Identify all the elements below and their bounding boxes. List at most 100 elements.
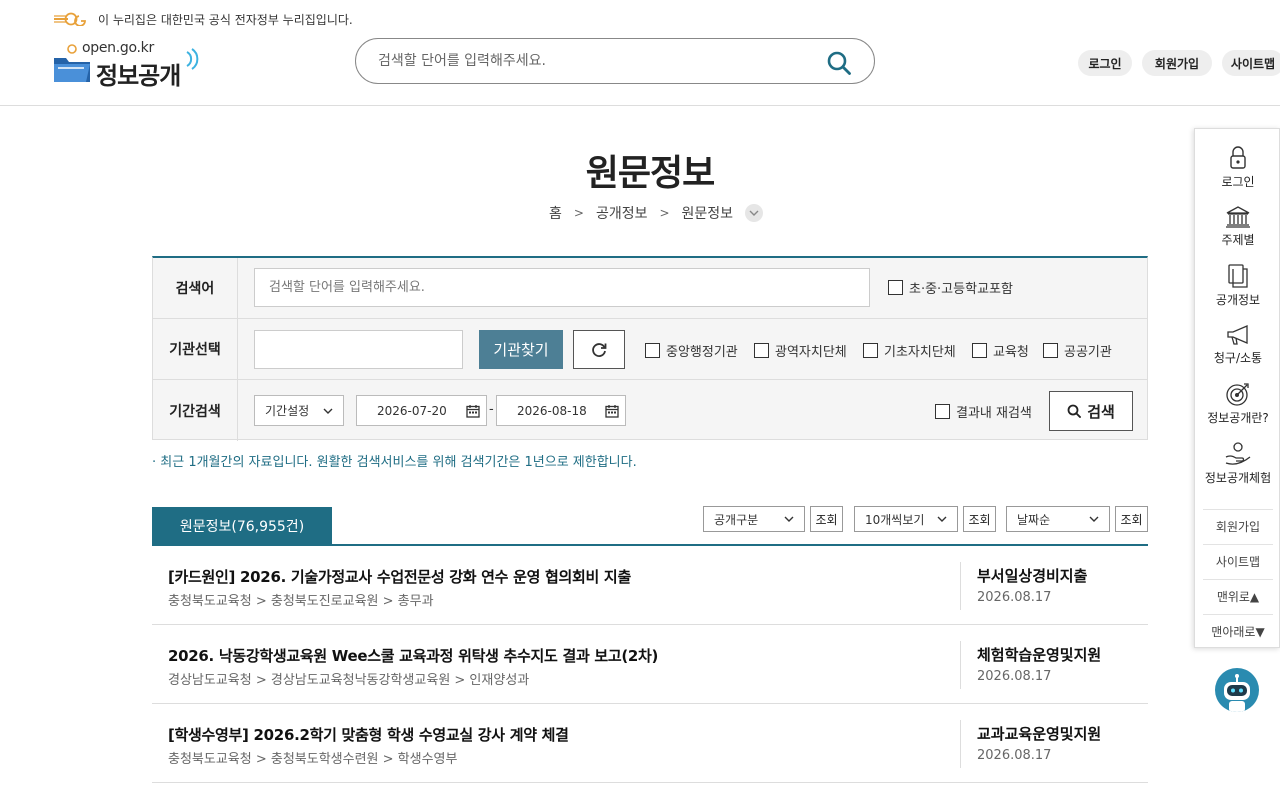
period-select-value: 기간설정 bbox=[265, 404, 310, 418]
header-sitemap-link[interactable]: 사이트맵 bbox=[1222, 50, 1280, 76]
quick-experience[interactable]: 정보공개체험 bbox=[1195, 441, 1280, 486]
open-type-filter-select[interactable]: 공개구분 bbox=[703, 506, 805, 532]
lock-icon bbox=[1230, 146, 1246, 169]
date-from-input[interactable]: 2026-07-20 bbox=[356, 395, 487, 426]
org-row: 기관선택 기관찾기 중앙행정기관 광역자치단체 기초자치단체 교육청 공공기관 bbox=[153, 319, 1147, 380]
header-divider bbox=[0, 105, 1280, 106]
chatbot-button[interactable] bbox=[1215, 668, 1259, 712]
target-icon bbox=[1226, 383, 1249, 406]
breadcrumb: 홈 > 공개정보 > 원문정보 bbox=[549, 203, 764, 223]
org-type-label: 중앙행정기관 bbox=[666, 344, 738, 360]
chevron-right-icon: > bbox=[573, 206, 584, 220]
org-type-education-checkbox[interactable]: 교육청 bbox=[972, 340, 1029, 360]
scroll-to-bottom-link[interactable]: 맨아래로▼ bbox=[1203, 614, 1273, 648]
checkbox-box[interactable] bbox=[972, 342, 987, 358]
header-login-link[interactable]: 로그인 bbox=[1078, 50, 1132, 76]
result-title[interactable]: 2026. 낙동강학생교육원 Wee스쿨 교육과정 위탁생 추수지도 결과 보고… bbox=[168, 645, 658, 666]
breadcrumb-public-info[interactable]: 공개정보 bbox=[596, 203, 648, 223]
checkbox-box[interactable] bbox=[935, 403, 950, 419]
chevron-down-icon bbox=[749, 210, 759, 216]
document-icon bbox=[1228, 264, 1248, 288]
breadcrumb-home[interactable]: 홈 bbox=[549, 203, 562, 223]
result-date: 2026.08.17 bbox=[977, 748, 1052, 763]
quick-request[interactable]: 청구/소통 bbox=[1195, 323, 1280, 366]
org-type-central-checkbox[interactable]: 중앙행정기관 bbox=[645, 340, 738, 360]
breadcrumb-current[interactable]: 원문정보 bbox=[682, 203, 734, 223]
org-type-label: 공공기관 bbox=[1064, 344, 1112, 360]
include-schools-checkbox[interactable]: 초·중·고등학교포함 bbox=[888, 277, 1013, 297]
header-signup-link[interactable]: 회원가입 bbox=[1142, 50, 1212, 76]
results-count-tab[interactable]: 원문정보(76,955건) bbox=[152, 507, 332, 545]
page-size-value: 10개씩보기 bbox=[865, 512, 925, 527]
period-row: 기간검색 기간설정 2026-07-20 - 2026-08-18 결과내 재검… bbox=[153, 380, 1147, 441]
result-item[interactable]: 2026. 낙동강학생교육원 Wee스쿨 교육과정 위탁생 추수지도 결과 보고… bbox=[152, 625, 1148, 704]
quick-about[interactable]: 정보공개란? bbox=[1195, 381, 1280, 426]
quick-menu: 로그인 주제별 공개정보 청구/소통 정보공개란? 정보공개체험 회원가입 사이… bbox=[1194, 128, 1280, 648]
site-logo[interactable]: open.go.kr 정보공개 bbox=[52, 38, 212, 90]
search-icon[interactable] bbox=[826, 50, 852, 76]
refresh-icon bbox=[592, 342, 607, 357]
checkbox-box[interactable] bbox=[754, 342, 769, 358]
quick-topics-label: 주제별 bbox=[1221, 233, 1255, 247]
checkbox-box[interactable] bbox=[645, 342, 660, 358]
quick-public-info[interactable]: 공개정보 bbox=[1195, 263, 1280, 308]
result-org-path: 경상남도교육청 > 경상남도교육청낙동강학생교육원 > 인재양성과 bbox=[168, 673, 530, 688]
chevron-down-icon bbox=[937, 516, 947, 522]
sort-select[interactable]: 날짜순 bbox=[1006, 506, 1110, 532]
page-size-view-button[interactable]: 조회 bbox=[963, 506, 996, 532]
logo-name: 정보공개 bbox=[96, 62, 181, 90]
reset-button[interactable] bbox=[573, 330, 625, 369]
keyword-input[interactable] bbox=[254, 268, 870, 307]
date-from-value: 2026-07-20 bbox=[377, 403, 447, 418]
period-select[interactable]: 기간설정 bbox=[254, 395, 344, 426]
search-notice: · 최근 1개월간의 자료입니다. 원활한 검색서비스를 위해 검색기간은 1년… bbox=[152, 455, 637, 470]
result-item[interactable]: [카드원인] 2026. 기술가정교사 수업전문성 강화 연수 운영 협의회비 … bbox=[152, 546, 1148, 625]
org-input[interactable] bbox=[254, 330, 463, 369]
quick-login[interactable]: 로그인 bbox=[1195, 145, 1280, 190]
quick-public-info-label: 공개정보 bbox=[1215, 293, 1261, 307]
org-type-metro-checkbox[interactable]: 광역자치단체 bbox=[754, 340, 847, 360]
calendar-icon[interactable] bbox=[466, 404, 480, 418]
search-button[interactable]: 검색 bbox=[1049, 391, 1133, 431]
chatbot-robot-icon bbox=[1224, 674, 1250, 712]
logo-url: open.go.kr bbox=[82, 40, 154, 56]
result-date: 2026.08.17 bbox=[977, 669, 1052, 684]
result-divider bbox=[960, 562, 961, 610]
calendar-icon[interactable] bbox=[605, 404, 619, 418]
page-size-select[interactable]: 10개씩보기 bbox=[854, 506, 958, 532]
date-separator: - bbox=[489, 402, 494, 417]
header-search-input[interactable] bbox=[378, 50, 808, 72]
quick-request-label: 청구/소통 bbox=[1213, 351, 1263, 365]
quick-signup-link[interactable]: 회원가입 bbox=[1203, 509, 1273, 543]
quick-login-label: 로그인 bbox=[1221, 175, 1255, 189]
checkbox-box[interactable] bbox=[888, 279, 903, 295]
period-label: 기간검색 bbox=[153, 380, 238, 441]
org-type-local-checkbox[interactable]: 기초자치단체 bbox=[863, 340, 956, 360]
result-category: 교과교육운영및지원 bbox=[977, 725, 1102, 743]
open-type-filter-value: 공개구분 bbox=[714, 512, 759, 527]
research-in-results-checkbox[interactable]: 결과내 재검색 bbox=[935, 401, 1032, 421]
keyword-row: 검색어 초·중·고등학교포함 bbox=[153, 258, 1147, 319]
result-divider bbox=[960, 641, 961, 689]
sort-view-button[interactable]: 조회 bbox=[1115, 506, 1148, 532]
sort-value: 날짜순 bbox=[1017, 512, 1051, 527]
org-type-public-checkbox[interactable]: 공공기관 bbox=[1043, 340, 1112, 360]
result-org-path: 충청북도교육청 > 충청북도진로교육원 > 총무과 bbox=[168, 594, 434, 609]
result-title[interactable]: [학생수영부] 2026.2학기 맞춤형 학생 수영교실 강사 계약 체결 bbox=[168, 724, 569, 745]
quick-sitemap-link[interactable]: 사이트맵 bbox=[1203, 544, 1273, 578]
open-type-view-button[interactable]: 조회 bbox=[810, 506, 843, 532]
result-title[interactable]: [카드원인] 2026. 기술가정교사 수업전문성 강화 연수 운영 협의회비 … bbox=[168, 566, 631, 587]
result-divider bbox=[960, 720, 961, 768]
checkbox-box[interactable] bbox=[863, 342, 878, 358]
org-type-label: 광역자치단체 bbox=[775, 344, 847, 360]
result-item[interactable]: [학생수영부] 2026.2학기 맞춤형 학생 수영교실 강사 계약 체결 충청… bbox=[152, 704, 1148, 783]
breadcrumb-dropdown-toggle[interactable] bbox=[745, 204, 764, 222]
scroll-to-top-link[interactable]: 맨위로▲ bbox=[1203, 579, 1273, 613]
quick-experience-label: 정보공개체험 bbox=[1204, 471, 1272, 485]
chevron-down-icon bbox=[784, 516, 794, 522]
result-category: 부서일상경비지출 bbox=[977, 567, 1088, 585]
checkbox-box[interactable] bbox=[1043, 342, 1058, 358]
quick-topics[interactable]: 주제별 bbox=[1195, 205, 1280, 248]
find-org-button[interactable]: 기관찾기 bbox=[479, 330, 563, 369]
date-to-input[interactable]: 2026-08-18 bbox=[496, 395, 626, 426]
